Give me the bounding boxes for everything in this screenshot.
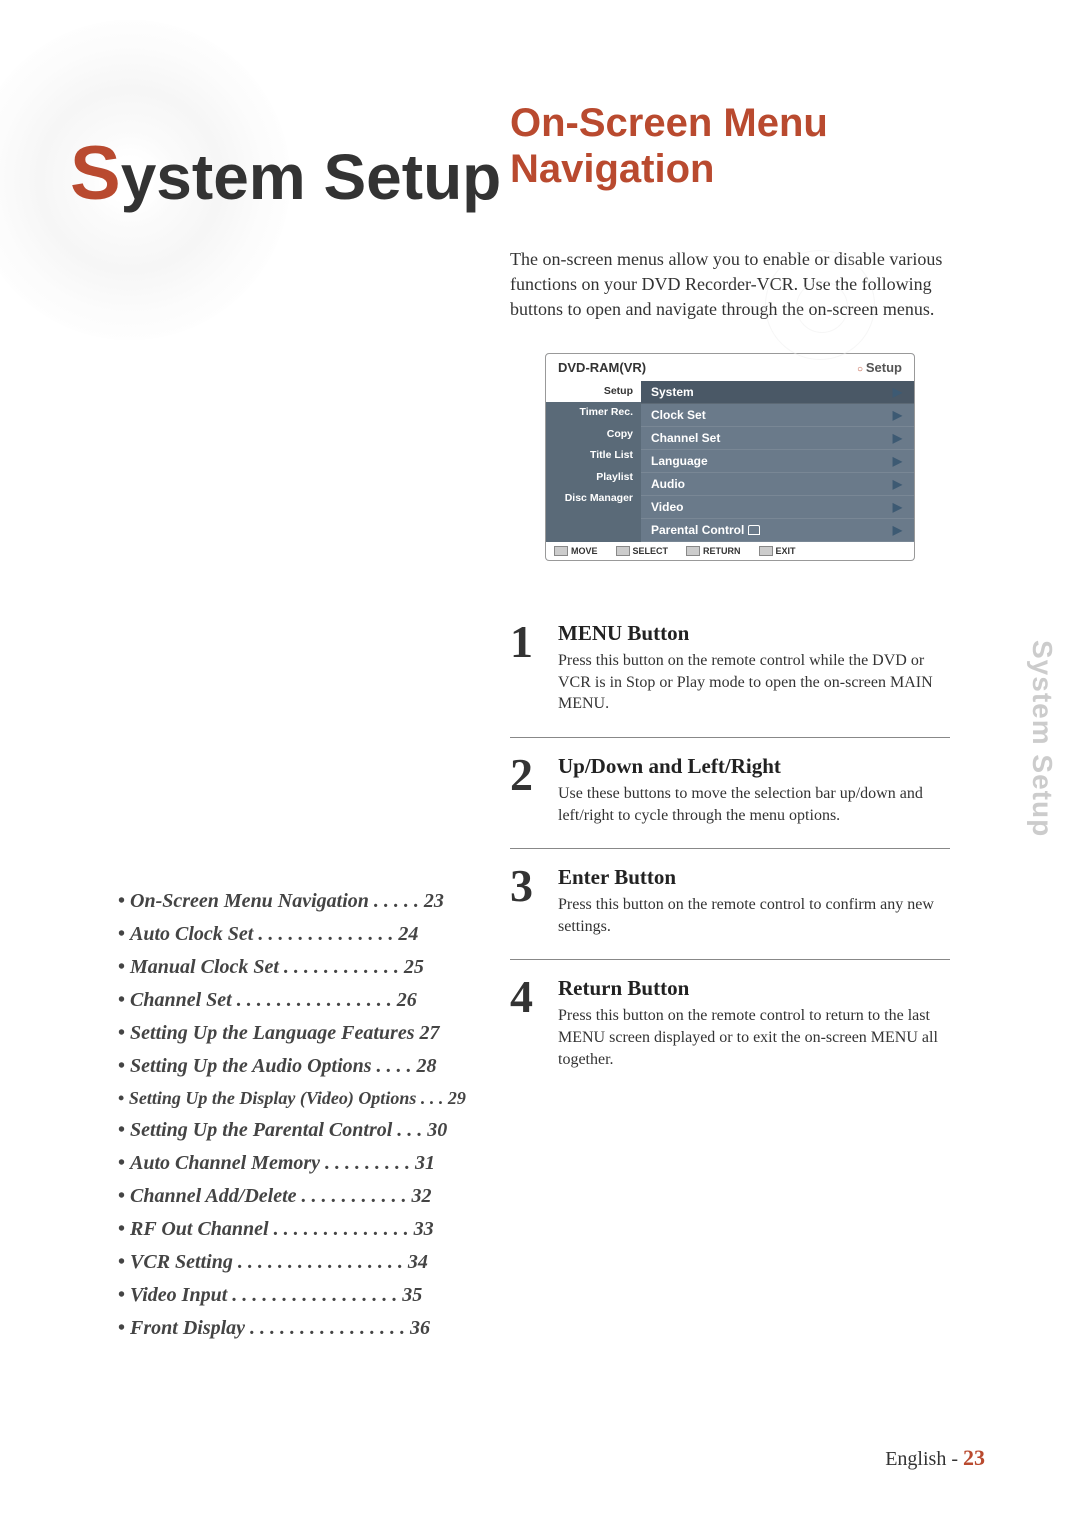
step-title: Enter Button xyxy=(558,865,950,890)
instruction-step: 3 Enter Button Press this button on the re… xyxy=(510,865,950,960)
menu-main-panel: System▶Clock Set▶Channel Set▶Language▶Au… xyxy=(641,381,914,542)
step-title: MENU Button xyxy=(558,621,950,646)
section-heading: On-Screen Menu Navigation xyxy=(510,100,950,192)
lock-icon xyxy=(748,525,760,535)
chevron-right-icon: ▶ xyxy=(893,500,902,514)
chevron-right-icon: ▶ xyxy=(893,431,902,445)
chevron-right-icon: ▶ xyxy=(893,477,902,491)
menu-footer-hint: RETURN xyxy=(686,546,741,557)
step-number: 1 xyxy=(510,621,540,715)
menu-side-item: Copy xyxy=(546,424,641,446)
menu-main-item: Audio▶ xyxy=(641,473,914,496)
menu-side-item: Disc Manager xyxy=(546,488,641,510)
menu-footer-hint: EXIT xyxy=(759,546,796,557)
toc-item: Channel Add/Delete . . . . . . . . . . .… xyxy=(118,1185,468,1208)
page-footer: English - 23 xyxy=(885,1445,985,1471)
step-title: Return Button xyxy=(558,976,950,1001)
menu-main-item: Video▶ xyxy=(641,496,914,519)
menu-main-item: Channel Set▶ xyxy=(641,427,914,450)
menu-side-item: Timer Rec. xyxy=(546,402,641,424)
title-rest: ystem Setup xyxy=(121,141,502,213)
toc-item: Manual Clock Set . . . . . . . . . . . .… xyxy=(118,956,468,979)
menu-sidebar: SetupTimer Rec.CopyTitle ListPlaylistDis… xyxy=(546,381,641,542)
toc-item: Setting Up the Language Features 27 xyxy=(118,1022,468,1045)
menu-header-right: Setup xyxy=(857,360,902,375)
toc-item: Auto Clock Set . . . . . . . . . . . . .… xyxy=(118,923,468,946)
menu-footer-hint: SELECT xyxy=(616,546,669,557)
menu-footer-hint: MOVE xyxy=(554,546,598,557)
menu-main-item: Clock Set▶ xyxy=(641,404,914,427)
toc-item: RF Out Channel . . . . . . . . . . . . .… xyxy=(118,1218,468,1241)
footer-page-number: 23 xyxy=(963,1445,985,1470)
toc-item: Front Display . . . . . . . . . . . . . … xyxy=(118,1317,468,1340)
page-main-title: System Setup xyxy=(70,130,501,217)
onscreen-menu-screenshot: DVD-RAM(VR) Setup SetupTimer Rec.CopyTit… xyxy=(545,353,915,562)
title-first-letter: S xyxy=(70,131,121,216)
toc-item: VCR Setting . . . . . . . . . . . . . . … xyxy=(118,1251,468,1274)
instruction-step: 2 Up/Down and Left/Right Use these buttons… xyxy=(510,754,950,849)
menu-side-item: Title List xyxy=(546,445,641,467)
toc-item: Setting Up the Parental Control . . . 30 xyxy=(118,1119,468,1142)
chevron-right-icon: ▶ xyxy=(893,523,902,537)
chevron-right-icon: ▶ xyxy=(893,454,902,468)
chevron-right-icon: ▶ xyxy=(893,408,902,422)
step-number: 2 xyxy=(510,754,540,826)
menu-side-item: Playlist xyxy=(546,467,641,489)
disc-decoration-icon xyxy=(765,250,875,360)
menu-footer-hints: MOVE SELECT RETURN EXIT xyxy=(546,542,914,561)
footer-language: English - xyxy=(885,1448,963,1470)
menu-header-left: DVD-RAM(VR) xyxy=(558,360,646,375)
step-number: 4 xyxy=(510,976,540,1070)
table-of-contents: On-Screen Menu Navigation . . . . . 23 Au… xyxy=(118,890,468,1350)
intro-paragraph: The on-screen menus allow you to enable … xyxy=(510,247,950,323)
step-title: Up/Down and Left/Right xyxy=(558,754,950,779)
toc-item: Setting Up the Audio Options . . . . 28 xyxy=(118,1055,468,1078)
step-description: Press this button on the remote control … xyxy=(558,650,950,715)
instruction-step: 4 Return Button Press this button on the r… xyxy=(510,976,950,1092)
side-tab-label: System Setup xyxy=(1026,640,1058,837)
step-description: Press this button on the remote control … xyxy=(558,894,950,937)
toc-item: On-Screen Menu Navigation . . . . . 23 xyxy=(118,890,468,913)
menu-side-item: Setup xyxy=(546,381,641,403)
menu-main-item: Parental Control▶ xyxy=(641,519,914,542)
step-number: 3 xyxy=(510,865,540,937)
chevron-right-icon: ▶ xyxy=(893,385,902,399)
menu-main-item: Language▶ xyxy=(641,450,914,473)
toc-item: Setting Up the Display (Video) Options .… xyxy=(118,1088,468,1109)
menu-main-item: System▶ xyxy=(641,381,914,404)
step-description: Use these buttons to move the selection … xyxy=(558,783,950,826)
instruction-step: 1 MENU Button Press this button on the rem… xyxy=(510,621,950,738)
toc-item: Video Input . . . . . . . . . . . . . . … xyxy=(118,1284,468,1307)
toc-item: Channel Set . . . . . . . . . . . . . . … xyxy=(118,989,468,1012)
step-description: Press this button on the remote control … xyxy=(558,1005,950,1070)
toc-item: Auto Channel Memory . . . . . . . . . 31 xyxy=(118,1152,468,1175)
